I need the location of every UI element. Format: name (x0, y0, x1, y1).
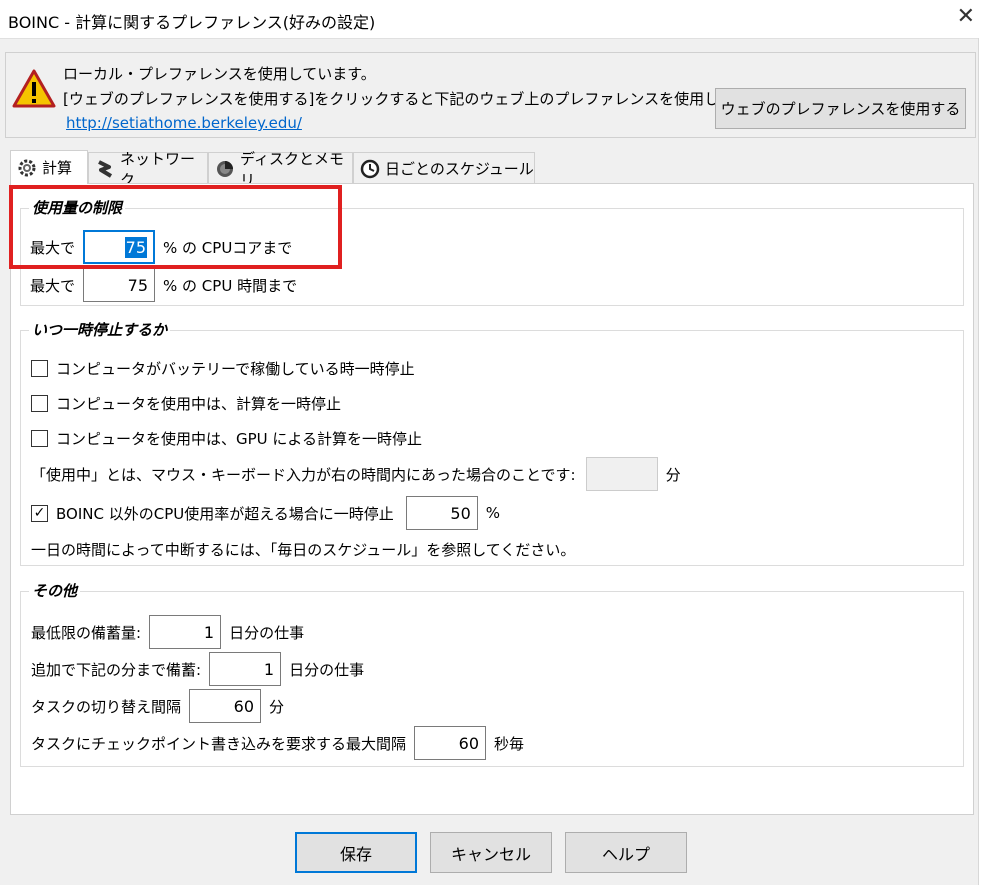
suspend-in-use-label: コンピュータを使用中は、計算を一時停止 (56, 395, 342, 413)
cpu-cores-input[interactable]: 75 (83, 230, 156, 264)
network-icon (95, 159, 115, 179)
suspend-title: いつ一時停止するか (29, 319, 171, 340)
schedule-note-row: 一日の時間によって中断するには、「毎日のスケジュール」を参照してください。 (31, 539, 575, 560)
tab-label: 計算 (42, 159, 73, 177)
switch-interval-unit: 分 (269, 697, 285, 716)
help-button[interactable]: ヘルプ (565, 832, 687, 873)
non-boinc-cpu-input[interactable]: 50 (405, 496, 478, 530)
background-window-edge (978, 38, 989, 885)
suspend-in-use-row: コンピュータを使用中は、計算を一時停止 (31, 393, 341, 414)
use-web-preferences-button[interactable]: ウェブのプレファレンスを使用する (715, 88, 966, 129)
usage-limits-title: 使用量の制限 (29, 197, 126, 218)
min-buffer-unit: 日分の仕事 (229, 623, 305, 642)
tab-network[interactable]: ネットワーク (88, 150, 208, 189)
checkpoint-interval-row: タスクにチェックポイント書き込みを要求する最大間隔 60 秒毎 (31, 726, 524, 760)
non-boinc-cpu-label: BOINC 以外のCPU使用率が超える場合に一時停止 (56, 504, 394, 523)
extra-buffer-input[interactable]: 1 (209, 652, 282, 686)
cpu-time-row: 最大で 75 % の CPU 時間まで (30, 268, 297, 302)
cpu-cores-row: 最大で 75 % の CPUコアまで (30, 230, 292, 264)
switch-interval-label: タスクの切り替え間隔 (31, 697, 182, 716)
cpu-cores-suffix: % の CPUコアまで (163, 238, 293, 257)
suspend-on-battery-row: コンピュータがバッテリーで稼働している時一時停止 (31, 358, 415, 379)
warning-icon (12, 69, 56, 113)
cpu-time-suffix: % の CPU 時間まで (163, 276, 298, 295)
non-boinc-cpu-row: ✓ BOINC 以外のCPU使用率が超える場合に一時停止 50 % (31, 496, 500, 530)
suspend-group: いつ一時停止するか コンピュータがバッテリーで稼働している時一時停止 コンピュー… (20, 319, 964, 566)
schedule-note: 一日の時間によって中断するには、「毎日のスケジュール」を参照してください。 (31, 541, 576, 559)
save-button[interactable]: 保存 (295, 832, 417, 873)
tab-computing[interactable]: 計算 (10, 150, 88, 184)
non-boinc-cpu-unit: % (485, 504, 501, 522)
switch-interval-row: タスクの切り替え間隔 60 分 (31, 689, 284, 723)
dialog-button-bar: 保存 キャンセル ヘルプ (0, 815, 979, 885)
in-use-definition-row: 「使用中」とは、マウス・キーボード入力が右の時間内にあった場合のことです: 分 (31, 457, 681, 491)
tab-disk-memory[interactable]: ディスクとメモリ (208, 150, 353, 189)
in-use-minutes-input[interactable] (585, 457, 658, 491)
project-url-link[interactable]: http://setiathome.berkeley.edu/ (66, 114, 302, 132)
tab-label: 日ごとのスケジュール (385, 160, 534, 178)
suspend-gpu-in-use-checkbox[interactable] (31, 430, 48, 447)
extra-buffer-label: 追加で下記の分まで備蓄: (31, 660, 202, 679)
cpu-cores-prefix: 最大で (30, 238, 76, 257)
checkpoint-interval-label: タスクにチェックポイント書き込みを要求する最大間隔 (31, 734, 407, 753)
info-panel: ローカル・プレファレンスを使用しています。 [ウェブのプレファレンスを使用する]… (5, 52, 976, 138)
disk-icon (215, 159, 235, 179)
title-bar: BOINC - 計算に関するプレファレンス(好みの設定) ✕ (0, 0, 989, 39)
usage-limits-group: 使用量の制限 最大で 75 % の CPUコアまで 最大で 75 % の CPU… (20, 197, 964, 306)
suspend-on-battery-label: コンピュータがバッテリーで稼働している時一時停止 (56, 360, 415, 378)
min-buffer-input[interactable]: 1 (149, 615, 222, 649)
cpu-time-input[interactable]: 75 (83, 268, 156, 302)
computing-tab-panel: 使用量の制限 最大で 75 % の CPUコアまで 最大で 75 % の CPU… (10, 183, 974, 815)
other-title: その他 (29, 580, 81, 601)
switch-interval-input[interactable]: 60 (189, 689, 262, 723)
suspend-gpu-in-use-row: コンピュータを使用中は、GPU による計算を一時停止 (31, 428, 422, 449)
tab-daily-schedule[interactable]: 日ごとのスケジュール (353, 152, 535, 184)
clock-icon (360, 159, 380, 179)
extra-buffer-row: 追加で下記の分まで備蓄: 1 日分の仕事 (31, 652, 364, 686)
window-title: BOINC - 計算に関するプレファレンス(好みの設定) (8, 13, 376, 32)
suspend-in-use-checkbox[interactable] (31, 395, 48, 412)
in-use-minutes-unit: 分 (665, 465, 681, 484)
cpu-time-prefix: 最大で (30, 276, 76, 295)
gear-icon (17, 158, 37, 178)
non-boinc-cpu-checkbox[interactable]: ✓ (31, 504, 48, 522)
other-group: その他 最低限の備蓄量: 1 日分の仕事 追加で下記の分まで備蓄: 1 日分の仕… (20, 580, 964, 767)
extra-buffer-unit: 日分の仕事 (289, 660, 365, 679)
min-buffer-label: 最低限の備蓄量: (31, 623, 142, 642)
checkpoint-interval-input[interactable]: 60 (414, 726, 487, 760)
in-use-definition-label: 「使用中」とは、マウス・キーボード入力が右の時間内にあった場合のことです: (31, 465, 576, 484)
close-icon[interactable]: ✕ (957, 4, 975, 29)
min-buffer-row: 最低限の備蓄量: 1 日分の仕事 (31, 615, 304, 649)
checkpoint-interval-unit: 秒毎 (494, 734, 525, 753)
local-preferences-notice: ローカル・プレファレンスを使用しています。 (63, 65, 376, 83)
suspend-gpu-in-use-label: コンピュータを使用中は、GPU による計算を一時停止 (56, 430, 422, 448)
cancel-button[interactable]: キャンセル (430, 832, 552, 873)
web-preferences-hint: [ウェブのプレファレンスを使用する]をクリックすると下記のウェブ上のプレファレン… (63, 90, 755, 108)
suspend-on-battery-checkbox[interactable] (31, 360, 48, 377)
